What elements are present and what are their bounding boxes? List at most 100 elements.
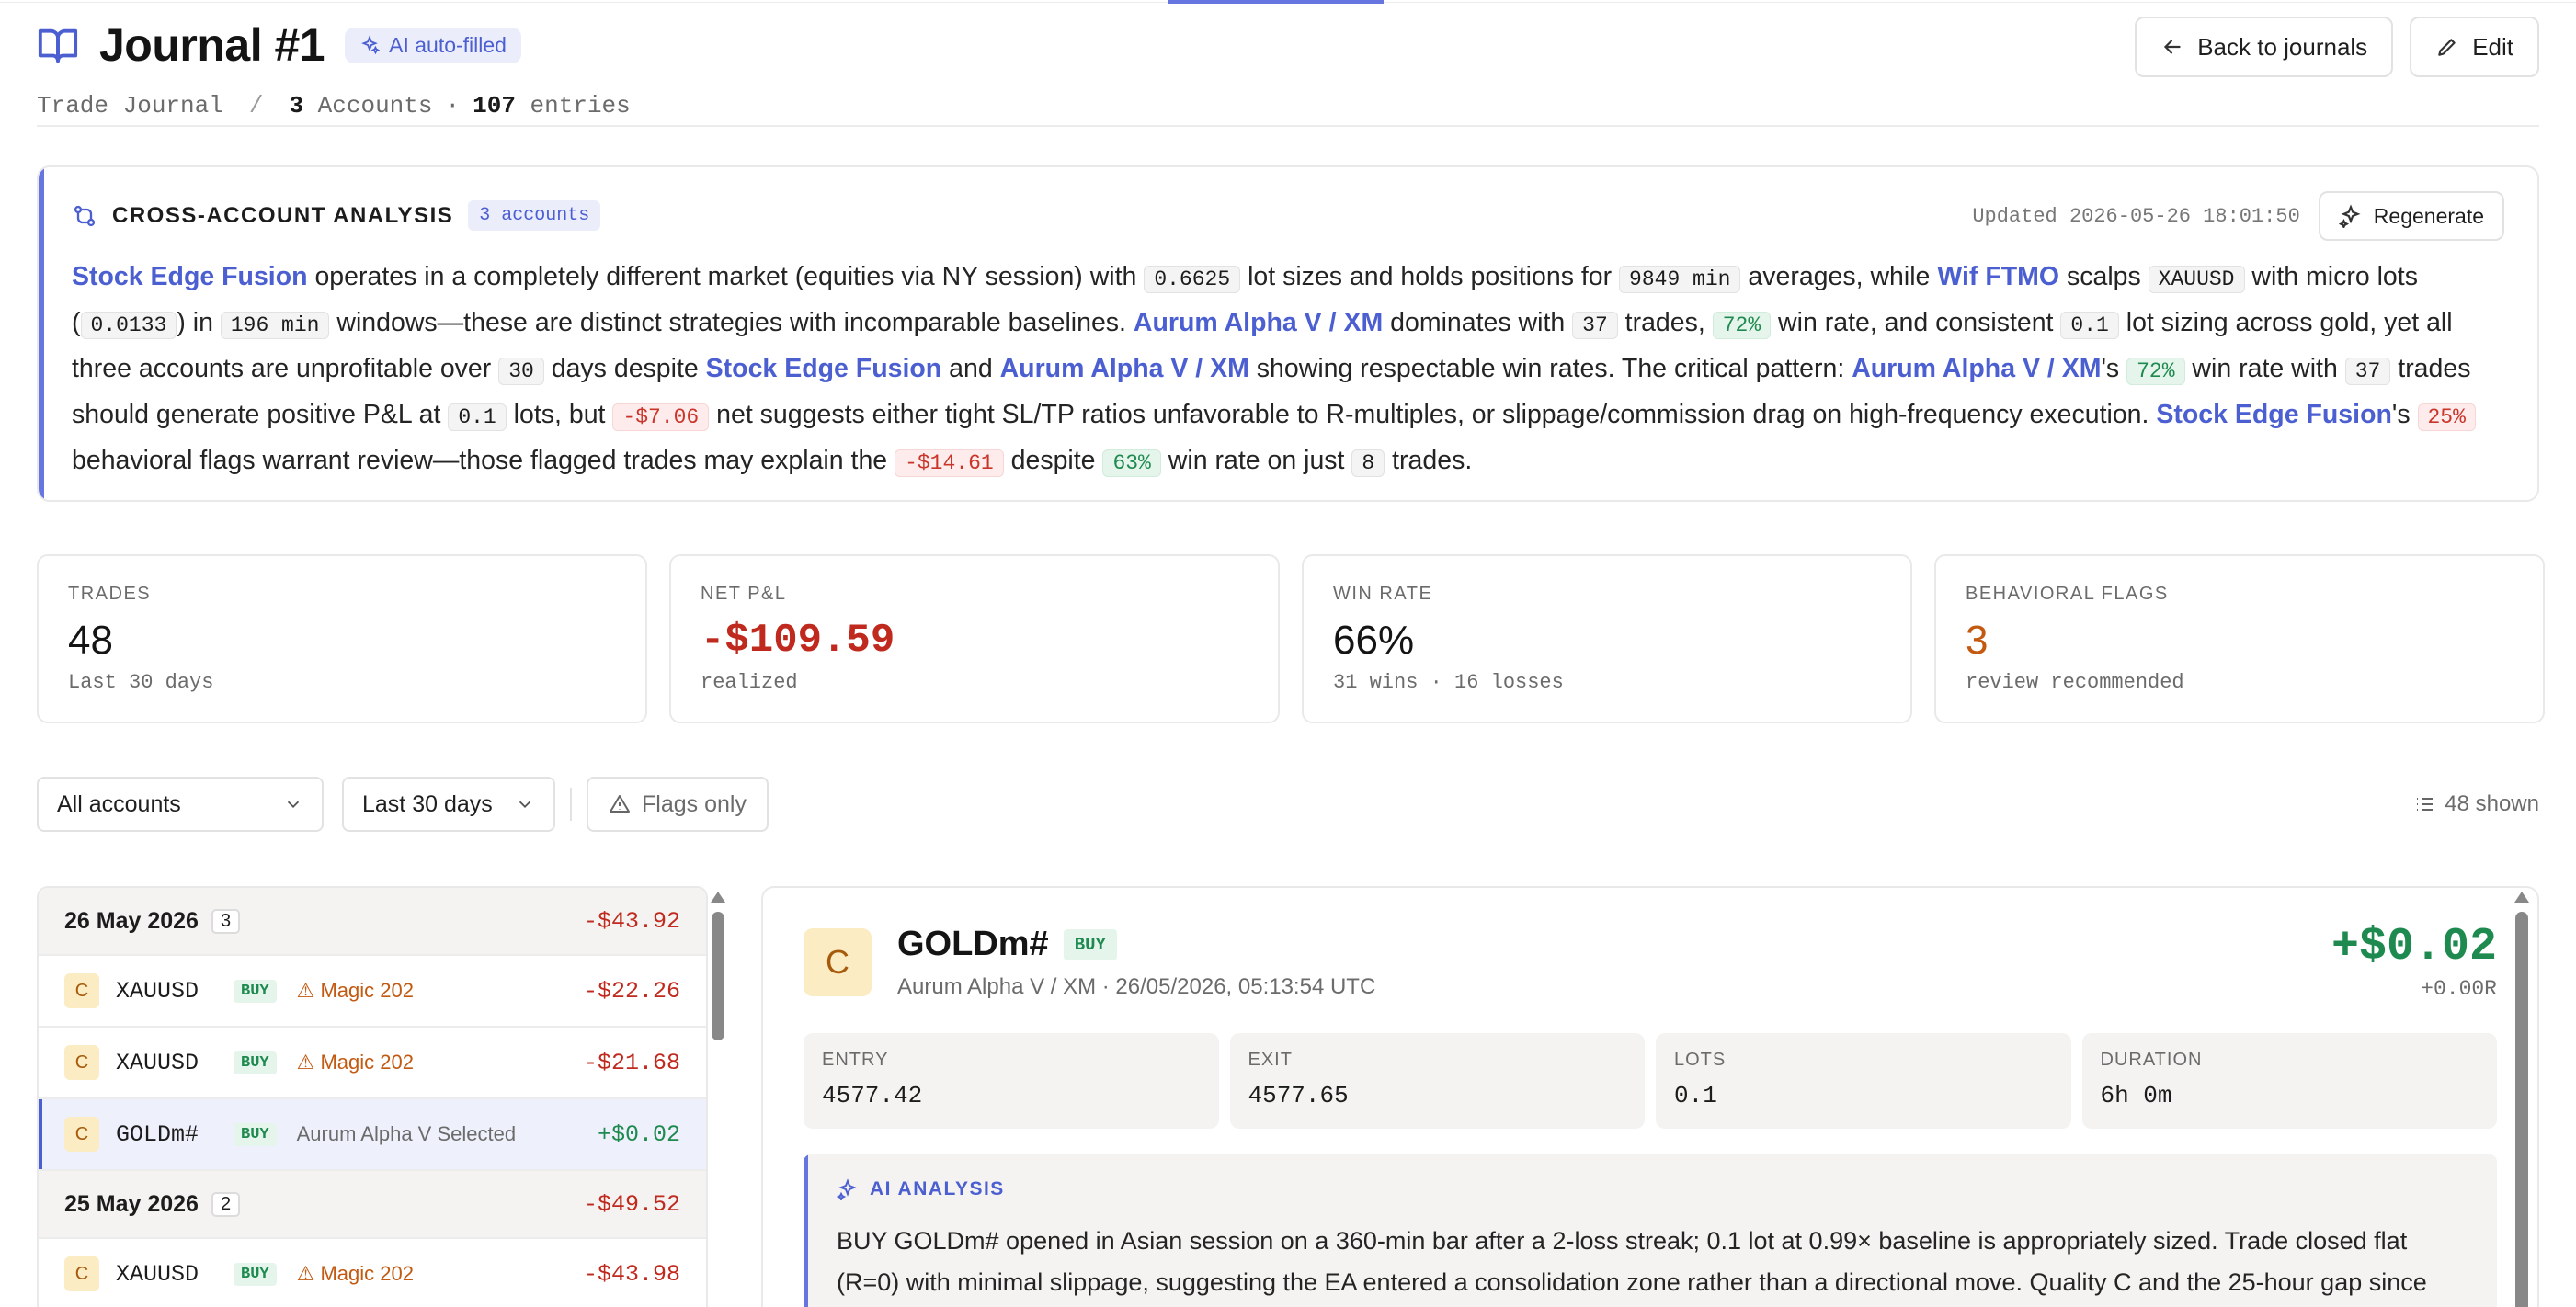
ai-analysis-box: AI ANALYSIS BUY GOLDm# opened in Asian s… <box>804 1154 2497 1307</box>
page-title: Journal #1 <box>99 19 325 71</box>
trade-detail-panel: C GOLDm# BUY Aurum Alpha V / XM · 26/05/… <box>761 886 2539 1307</box>
account-note: Aurum Alpha V Selected <box>296 1122 517 1145</box>
back-to-journals-button[interactable]: Back to journals <box>2135 17 2394 77</box>
metric-chip: 37 <box>1572 312 1618 339</box>
analysis-accounts-tag: 3 accounts <box>468 200 601 231</box>
account-link[interactable]: Stock Edge Fusion <box>72 262 308 291</box>
stat-sub: review recommended <box>1966 671 2184 694</box>
period-select-value: Last 30 days <box>362 790 493 817</box>
group-date: 25 May 2026 <box>64 1190 199 1217</box>
warning-icon <box>610 795 630 813</box>
account-link[interactable]: Stock Edge Fusion <box>706 354 942 383</box>
side-badge: BUY <box>234 1122 277 1146</box>
breadcrumb-root[interactable]: Trade Journal <box>37 92 223 119</box>
regenerate-button[interactable]: Regenerate <box>2318 191 2504 241</box>
side-badge: BUY <box>234 979 277 1003</box>
stat-card-trades: TRADES 48 Last 30 days <box>37 554 647 723</box>
account-link[interactable]: Aurum Alpha V / XM <box>1134 308 1383 337</box>
stat-sub: realized <box>701 671 798 694</box>
trade-pnl: -$43.98 <box>583 1260 680 1288</box>
trade-row[interactable]: C XAUUSD BUY ⚠ Magic 202 -$43.98 <box>39 1239 706 1307</box>
metric-label: LOTS <box>1674 1050 1727 1070</box>
account-link[interactable]: Wif FTMO <box>1937 262 2059 291</box>
metric-value: 4577.42 <box>822 1082 923 1109</box>
group-pnl: -$49.52 <box>583 1190 680 1218</box>
side-badge: BUY <box>1063 928 1117 960</box>
accounts-word: Accounts <box>317 92 433 119</box>
stat-label: WIN RATE <box>1333 584 1433 604</box>
trade-symbol: XAUUSD <box>116 977 199 1005</box>
analysis-header: CROSS-ACCOUNT ANALYSIS 3 accounts <box>72 200 601 231</box>
trade-symbol: XAUUSD <box>116 1260 199 1288</box>
stat-card-behavioral-flags: BEHAVIORAL FLAGS 3 review recommended <box>1934 554 2545 723</box>
detail-pnl: +$0.02 +0.00R <box>2331 921 2497 1001</box>
group-count-badge: 2 <box>211 1191 241 1217</box>
stat-value: 3 <box>1966 618 1989 663</box>
arrow-left-icon <box>2164 40 2181 54</box>
date-group-header[interactable]: 25 May 2026 2 -$49.52 <box>39 1171 706 1239</box>
grade-badge: C <box>64 973 99 1008</box>
list-icon <box>2417 798 2434 811</box>
analysis-text-run: showing respectable win rates. The criti… <box>1248 354 1852 383</box>
metric-duration: DURATION 6h 0m <box>2081 1033 2497 1129</box>
metric-chip: 0.1 <box>2060 312 2119 339</box>
trade-pnl: -$22.26 <box>583 977 680 1005</box>
analysis-text-run: averages, while <box>1740 262 1938 291</box>
book-open-icon <box>38 28 78 63</box>
entries-count: 107 <box>473 92 516 119</box>
account-link[interactable]: Stock Edge Fusion <box>2156 400 2392 429</box>
metric-chip: 0.1 <box>448 403 507 431</box>
git-compare-icon <box>74 205 96 226</box>
negative-chip: 25% <box>2417 403 2476 431</box>
edit-button[interactable]: Edit <box>2410 17 2539 77</box>
edit-button-label: Edit <box>2472 32 2513 61</box>
period-select[interactable]: Last 30 days <box>342 777 555 832</box>
detail-scrollbar[interactable] <box>2512 886 2532 1307</box>
magic-flag: ⚠ Magic 202 <box>296 1051 414 1074</box>
stat-label: NET P&L <box>701 584 787 604</box>
trade-row[interactable]: C GOLDm# BUY Aurum Alpha V Selected +$0.02 <box>39 1099 706 1171</box>
stat-card-win-rate: WIN RATE 66% 31 wins · 16 losses <box>1302 554 1912 723</box>
scroll-up-arrow[interactable] <box>2514 892 2529 903</box>
positive-chip: 72% <box>2126 358 2185 385</box>
trade-row[interactable]: C XAUUSD BUY ⚠ Magic 202 -$22.26 <box>39 956 706 1028</box>
metric-entry: ENTRY 4577.42 <box>804 1033 1219 1129</box>
positive-chip: 63% <box>1102 449 1161 477</box>
shown-count: 48 shown <box>2413 791 2539 817</box>
accounts-summary: 3 Accounts <box>289 92 432 119</box>
detail-symbol: GOLDm# <box>897 925 1049 963</box>
negative-chip: -$7.06 <box>612 403 710 431</box>
trade-pnl: -$21.68 <box>583 1049 680 1076</box>
shown-count-label: 48 shown <box>2445 791 2539 816</box>
metric-chip: 0.0133 <box>80 312 177 339</box>
scrollbar-thumb[interactable] <box>712 912 724 1040</box>
metric-label: ENTRY <box>822 1050 889 1070</box>
trade-symbol: XAUUSD <box>116 1049 199 1076</box>
trade-row[interactable]: C XAUUSD BUY ⚠ Magic 202 -$21.68 <box>39 1028 706 1099</box>
metric-value: 4577.65 <box>1248 1082 1349 1109</box>
trade-list-scrollbar[interactable] <box>708 886 728 1307</box>
trade-pnl: +$0.02 <box>597 1120 680 1148</box>
active-tab-indicator <box>1168 0 1384 4</box>
metric-value: 0.1 <box>1674 1082 1717 1109</box>
title-row: Journal #1 AI auto-filled <box>37 18 521 72</box>
summary-dot: · <box>445 92 461 119</box>
stat-sub: Last 30 days <box>68 671 214 694</box>
header-actions: Back to journals Edit <box>2135 17 2539 77</box>
chevron-down-icon <box>519 801 531 809</box>
negative-chip: -$14.61 <box>895 449 1004 477</box>
accounts-select-value: All accounts <box>57 790 181 817</box>
metric-exit: EXIT 4577.65 <box>1229 1033 1645 1129</box>
scroll-up-arrow[interactable] <box>711 892 725 903</box>
date-group-header[interactable]: 26 May 2026 3 -$43.92 <box>39 888 706 956</box>
analysis-text-run: trades. <box>1385 446 1473 475</box>
scrollbar-thumb[interactable] <box>2515 912 2528 1307</box>
detail-r-multiple: +0.00R <box>2421 977 2497 1001</box>
flags-only-toggle[interactable]: Flags only <box>587 777 769 832</box>
positive-chip: 72% <box>1712 312 1772 339</box>
stats-row: TRADES 48 Last 30 days NET P&L -$109.59 … <box>37 554 2545 723</box>
accounts-select[interactable]: All accounts <box>37 777 324 832</box>
account-link[interactable]: Aurum Alpha V / XM <box>1000 354 1249 383</box>
account-link[interactable]: Aurum Alpha V / XM <box>1852 354 2101 383</box>
sparkles-icon <box>837 1178 857 1200</box>
